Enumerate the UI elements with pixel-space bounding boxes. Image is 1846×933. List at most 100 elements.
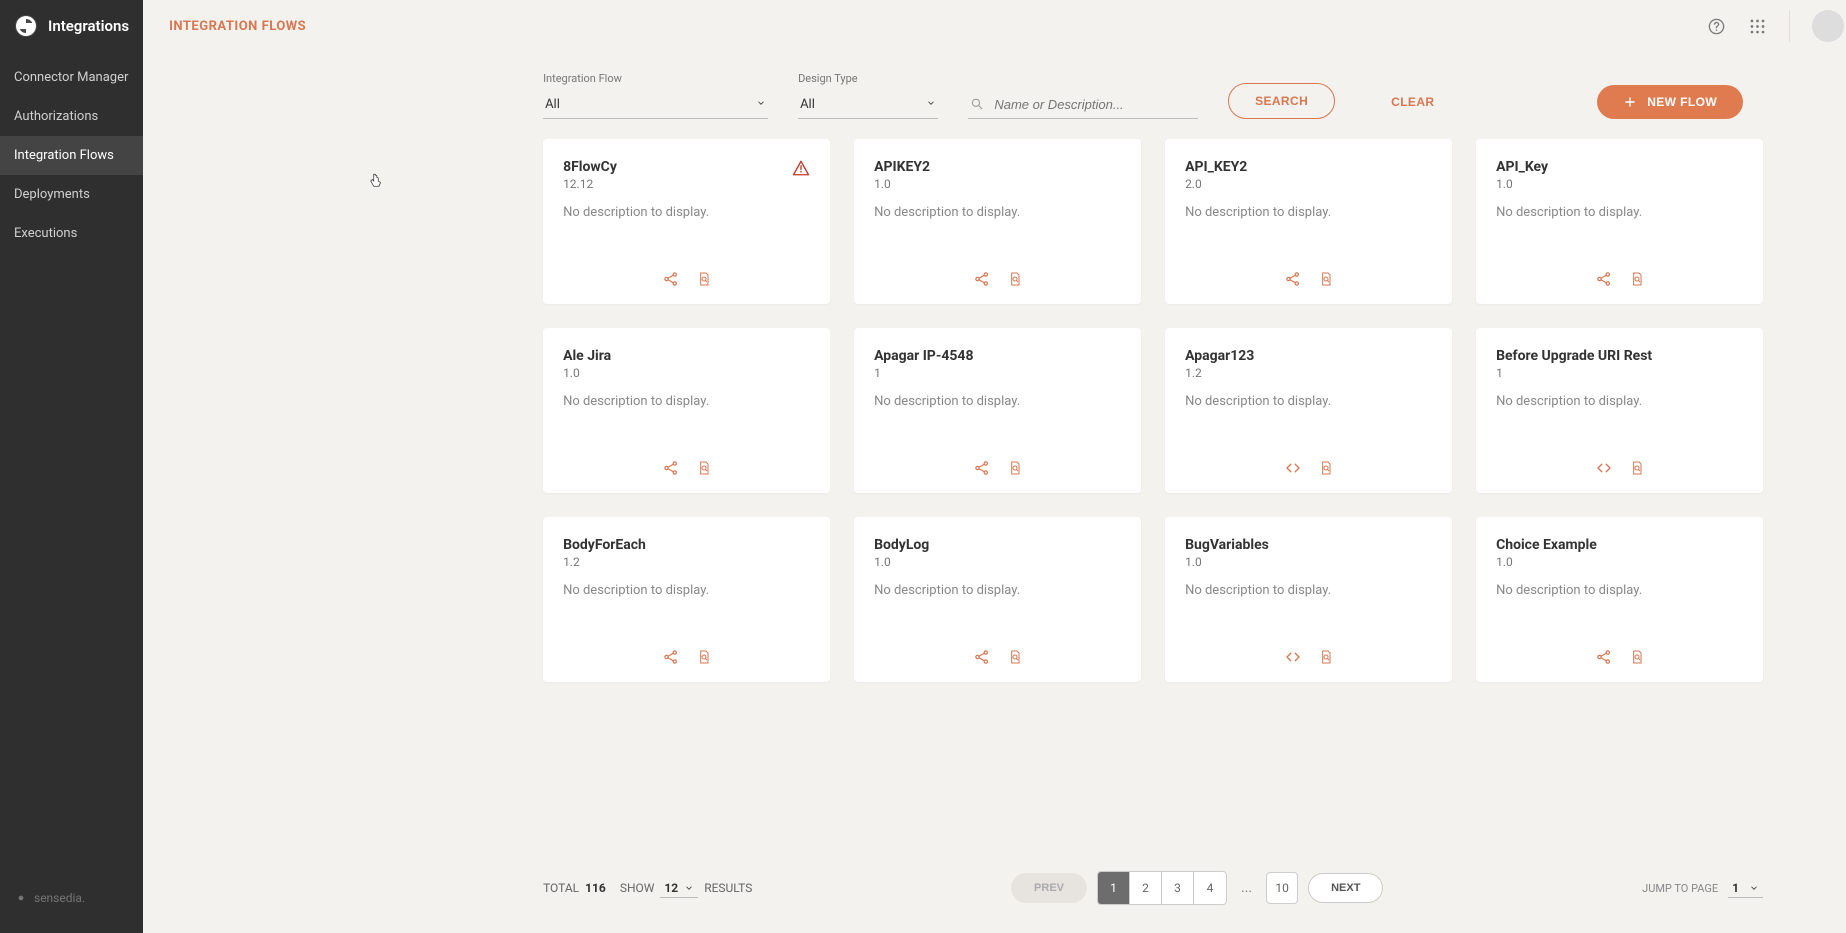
design-filter: Design Type All (798, 72, 938, 119)
flow-title: Apagar123 (1185, 348, 1432, 364)
jump-select[interactable]: 1 (1728, 879, 1763, 898)
total-count: TOTAL 116 (543, 881, 606, 895)
sidebar-item-integration-flows[interactable]: Integration Flows (0, 136, 143, 175)
page-4[interactable]: 4 (1194, 872, 1226, 904)
flow-description: No description to display. (874, 394, 1121, 409)
flow-card-actions (563, 628, 810, 666)
flow-card[interactable]: BodyForEach 1.2 No description to display. (543, 517, 830, 682)
code-icon[interactable] (1284, 648, 1302, 666)
flow-card[interactable]: Before Upgrade URI Rest1No description t… (1476, 328, 1763, 493)
flow-card[interactable]: Apagar1231.2No description to display. (1165, 328, 1452, 493)
page-3[interactable]: 3 (1162, 872, 1194, 904)
flow-card[interactable]: Ale Jira1.0No description to display. (543, 328, 830, 493)
doc-search-icon[interactable] (1629, 648, 1645, 666)
share-icon[interactable] (1595, 270, 1613, 288)
sidebar-item-deployments[interactable]: Deployments (0, 175, 143, 214)
doc-search-icon[interactable] (1318, 459, 1334, 477)
flow-card-actions (1185, 439, 1432, 477)
chevron-down-icon (756, 97, 766, 112)
doc-search-icon[interactable] (1007, 270, 1023, 288)
help-icon[interactable] (1707, 17, 1726, 36)
doc-search-icon[interactable] (1318, 648, 1334, 666)
flow-card[interactable]: BodyLog1.0No description to display. (854, 517, 1141, 682)
page-size-block: SHOW 12 RESULTS (620, 879, 753, 898)
flow-filter-select[interactable]: All (543, 91, 768, 119)
warning-icon (792, 159, 810, 177)
sidebar-item-executions[interactable]: Executions (0, 214, 143, 253)
doc-search-icon[interactable] (696, 459, 712, 477)
doc-search-icon[interactable] (1007, 459, 1023, 477)
design-filter-value: All (800, 97, 815, 112)
flow-version: 2.0 (1185, 177, 1432, 191)
sidebar-footer-brand: sensedia. (0, 871, 143, 933)
total-label: TOTAL (543, 881, 579, 895)
jump-to-page: JUMP TO PAGE 1 (1642, 879, 1763, 898)
doc-search-icon[interactable] (1007, 648, 1023, 666)
flow-card-actions (874, 250, 1121, 288)
share-icon[interactable] (662, 459, 680, 477)
avatar[interactable] (1812, 10, 1844, 42)
flow-title: Apagar IP-4548 (874, 348, 1121, 364)
doc-search-icon[interactable] (1318, 270, 1334, 288)
flow-description: No description to display. (563, 583, 810, 598)
code-icon[interactable] (1284, 459, 1302, 477)
new-flow-button[interactable]: NEW FLOW (1597, 85, 1743, 119)
page-ellipsis: ... (1237, 880, 1256, 896)
page-size-value: 12 (664, 881, 678, 895)
flow-title: Choice Example (1496, 537, 1743, 553)
flows-grid: 8FlowCy12.12No description to display. AP… (143, 129, 1846, 702)
doc-search-icon[interactable] (1629, 270, 1645, 288)
search-input[interactable] (994, 97, 1196, 112)
search-box (968, 92, 1198, 119)
share-icon[interactable] (662, 648, 680, 666)
page-size-select[interactable]: 12 (660, 879, 698, 898)
share-icon[interactable] (973, 270, 991, 288)
sensedia-dot-icon (14, 891, 28, 905)
flow-version: 1.0 (874, 177, 1121, 191)
doc-search-icon[interactable] (696, 270, 712, 288)
doc-search-icon[interactable] (696, 648, 712, 666)
code-icon[interactable] (1595, 459, 1613, 477)
apps-icon[interactable] (1748, 17, 1767, 36)
page-title: INTEGRATION FLOWS (169, 19, 306, 34)
share-icon[interactable] (973, 648, 991, 666)
next-button[interactable]: NEXT (1308, 873, 1383, 903)
flow-card[interactable]: API_Key1.0No description to display. (1476, 139, 1763, 304)
flow-card-actions (563, 439, 810, 477)
share-icon[interactable] (973, 459, 991, 477)
brand-name: Integrations (48, 17, 129, 35)
flow-card[interactable]: API_KEY22.0No description to display. (1165, 139, 1452, 304)
page-2[interactable]: 2 (1130, 872, 1162, 904)
page-1[interactable]: 1 (1098, 872, 1130, 904)
share-icon[interactable] (1595, 648, 1613, 666)
design-filter-select[interactable]: All (798, 91, 938, 119)
sidebar: Integrations Connector ManagerAuthorizat… (0, 0, 143, 933)
logo-icon (14, 14, 38, 38)
flow-version: 1.0 (563, 366, 810, 380)
pager: PREV 1234 ... 10 NEXT (1011, 871, 1383, 905)
flow-version: 1.0 (874, 555, 1121, 569)
flow-card[interactable]: 8FlowCy12.12No description to display. (543, 139, 830, 304)
flow-version: 1.2 (563, 555, 810, 569)
flow-card[interactable]: BugVariables1.0No description to display… (1165, 517, 1452, 682)
sidebar-item-authorizations[interactable]: Authorizations (0, 97, 143, 136)
sidebar-item-connector-manager[interactable]: Connector Manager (0, 58, 143, 97)
flow-title: BodyForEach (563, 537, 810, 553)
flow-card[interactable]: Choice Example1.0No description to displ… (1476, 517, 1763, 682)
clear-button[interactable]: CLEAR (1365, 85, 1460, 119)
page-last[interactable]: 10 (1266, 872, 1298, 904)
flow-version: 1 (1496, 366, 1743, 380)
flow-card[interactable]: APIKEY21.0No description to display. (854, 139, 1141, 304)
flow-card[interactable]: Apagar IP-45481No description to display… (854, 328, 1141, 493)
share-icon[interactable] (1284, 270, 1302, 288)
prev-button[interactable]: PREV (1011, 873, 1087, 903)
header-actions: Tech Writer (1707, 10, 1846, 42)
flow-description: No description to display. (563, 394, 810, 409)
flow-filter-label: Integration Flow (543, 72, 768, 85)
doc-search-icon[interactable] (1629, 459, 1645, 477)
flow-title: APIKEY2 (874, 159, 1121, 175)
flow-card-actions (1496, 439, 1743, 477)
share-icon[interactable] (662, 270, 680, 288)
jump-value: 1 (1732, 881, 1739, 895)
search-button[interactable]: SEARCH (1228, 83, 1335, 119)
